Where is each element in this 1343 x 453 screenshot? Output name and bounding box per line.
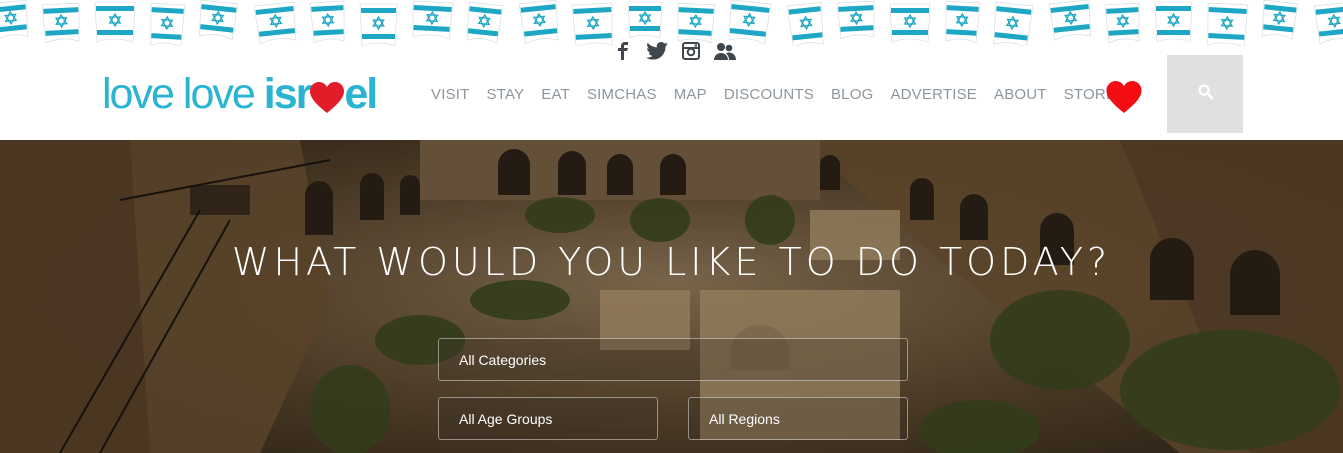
favorites-heart-icon[interactable] — [1106, 81, 1142, 115]
flag-icon — [1313, 1, 1343, 44]
flag-icon — [945, 0, 981, 44]
flag-icon — [518, 0, 559, 44]
flag-icon — [253, 1, 297, 45]
nav-discounts[interactable]: DISCOUNTS — [724, 86, 814, 103]
flag-icon — [786, 1, 824, 46]
nav-simchas[interactable]: SIMCHAS — [587, 86, 657, 103]
flag-icon — [836, 0, 875, 40]
flag-icon — [1207, 2, 1249, 46]
region-select[interactable]: All Regions — [688, 397, 908, 440]
search-button[interactable] — [1167, 55, 1243, 133]
flag-icon — [889, 3, 931, 43]
facebook-icon[interactable] — [612, 40, 634, 62]
nav-stay[interactable]: STAY — [487, 86, 525, 103]
flag-icon — [466, 1, 504, 44]
hero-background-image — [0, 140, 1343, 453]
flag-icon — [199, 0, 239, 40]
flag-icon — [728, 0, 772, 45]
flag-icon — [412, 0, 454, 40]
flag-icon — [627, 1, 663, 39]
flag-icon — [41, 2, 80, 44]
search-icon — [1197, 84, 1213, 104]
region-select-value: All Regions — [709, 410, 780, 427]
category-select-value: All Categories — [459, 351, 547, 368]
social-links — [612, 40, 736, 62]
hero-banner: WHAT WOULD YOU LIKE TO DO TODAY? All Cat… — [0, 140, 1343, 453]
nav-visit[interactable]: VISIT — [431, 86, 470, 103]
flag-icon — [359, 3, 398, 46]
logo-word-love-2: love — [182, 70, 256, 118]
instagram-icon[interactable] — [680, 40, 702, 62]
logo-word-love: love — [102, 70, 175, 118]
nav-map[interactable]: MAP — [674, 86, 707, 103]
flag-icon — [1048, 0, 1091, 41]
flag-icon — [0, 0, 29, 40]
category-select[interactable]: All Categories — [438, 338, 908, 381]
logo-word-el: el — [344, 70, 378, 118]
site-logo[interactable]: love love isr el — [102, 70, 378, 118]
flag-icon — [94, 1, 136, 43]
age-group-select[interactable]: All Age Groups — [438, 397, 658, 440]
logo-word-isr: isr — [263, 70, 313, 118]
community-icon[interactable] — [714, 40, 736, 62]
flag-icon — [993, 1, 1034, 46]
flag-icon — [150, 2, 186, 46]
flag-icon — [1154, 1, 1193, 43]
twitter-icon[interactable] — [646, 40, 668, 62]
age-group-select-value: All Age Groups — [459, 410, 553, 427]
nav-about[interactable]: ABOUT — [994, 86, 1047, 103]
nav-eat[interactable]: EAT — [541, 86, 570, 103]
flag-icon — [571, 2, 613, 46]
flag-icon — [1261, 0, 1299, 40]
main-nav: VISIT STAY EAT SIMCHAS MAP DISCOUNTS BLO… — [431, 81, 1142, 113]
nav-blog[interactable]: BLOG — [831, 86, 873, 103]
flag-icon — [1104, 2, 1140, 44]
flag-icon — [309, 0, 345, 44]
logo-heart-icon — [310, 76, 345, 113]
hero-title: WHAT WOULD YOU LIKE TO DO TODAY? — [231, 240, 1112, 284]
nav-advertise[interactable]: ADVERTISE — [890, 86, 977, 103]
flag-icon — [677, 2, 716, 44]
